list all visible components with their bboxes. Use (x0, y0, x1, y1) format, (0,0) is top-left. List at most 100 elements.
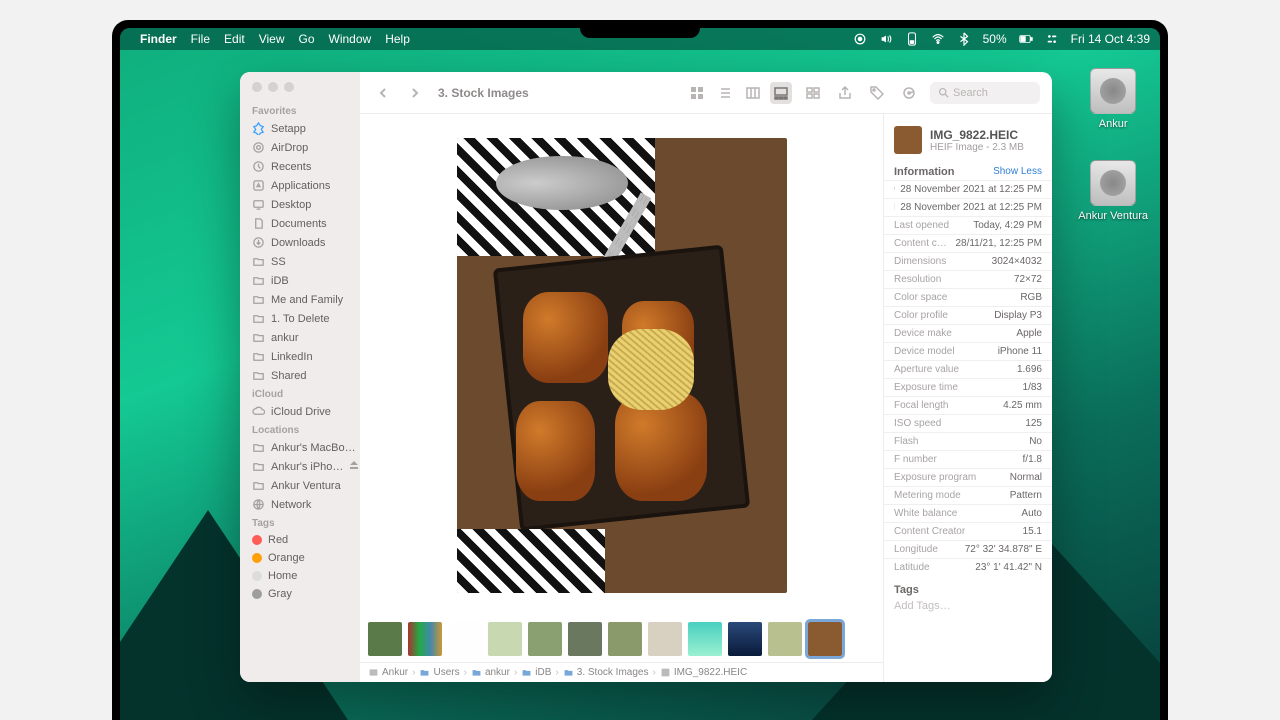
sidebar-section-tags: Tags (240, 514, 360, 531)
minimize-button[interactable] (268, 82, 278, 92)
sidebar-item-applications[interactable]: Applications (240, 176, 360, 195)
info-row-metering-mode: Metering modePattern (884, 486, 1052, 504)
volume-icon[interactable] (879, 32, 893, 46)
forward-button[interactable] (404, 82, 426, 104)
thumbnail[interactable] (368, 622, 402, 656)
chevron-right-icon: › (464, 667, 467, 678)
share-button[interactable] (834, 82, 856, 104)
thumbnail[interactable] (768, 622, 802, 656)
sidebar-item-label: Ankur Ventura (271, 480, 341, 492)
drive-ankur-ventura[interactable]: Ankur Ventura (1078, 160, 1148, 222)
sidebar-item-icloud-drive[interactable]: iCloud Drive (240, 402, 360, 421)
sidebar-item-shared[interactable]: Shared (240, 366, 360, 385)
control-center-icon[interactable] (1045, 32, 1059, 46)
menu-help[interactable]: Help (385, 32, 410, 46)
back-button[interactable] (372, 82, 394, 104)
group-button[interactable] (802, 82, 824, 104)
path-crumb-users[interactable]: Users (419, 667, 459, 678)
thumbnail[interactable] (608, 622, 642, 656)
filmstrip (360, 616, 883, 662)
search-field[interactable]: Search (930, 82, 1040, 104)
path-crumb-ankur[interactable]: ankur (471, 667, 510, 678)
sidebar-tag-red[interactable]: Red (240, 531, 360, 549)
sidebar-item-label: 1. To Delete (271, 313, 330, 325)
menu-go[interactable]: Go (299, 32, 315, 46)
thumbnail[interactable] (648, 622, 682, 656)
info-row-device-make: Device makeApple (884, 324, 1052, 342)
sidebar-item-label: Documents (271, 218, 327, 230)
sidebar-item-1-to-delete[interactable]: 1. To Delete (240, 309, 360, 328)
sidebar-item-ss[interactable]: SS (240, 252, 360, 271)
sidebar-tag-home[interactable]: Home (240, 567, 360, 585)
menu-view[interactable]: View (259, 32, 285, 46)
action-button[interactable] (898, 82, 920, 104)
path-crumb-label: IMG_9822.HEIC (674, 667, 747, 678)
info-value: 23° 1' 41.42" N (975, 562, 1042, 573)
sidebar-item-recents[interactable]: Recents (240, 157, 360, 176)
tags-button[interactable] (866, 82, 888, 104)
menu-window[interactable]: Window (329, 32, 372, 46)
battery-percent[interactable]: 50% (983, 32, 1007, 46)
sidebar-item-airdrop[interactable]: AirDrop (240, 138, 360, 157)
path-crumb-3-stock-images[interactable]: 3. Stock Images (563, 667, 649, 678)
thumbnail[interactable] (808, 622, 842, 656)
show-less-toggle[interactable]: Show Less (993, 166, 1042, 177)
view-gallery-button[interactable] (770, 82, 792, 104)
battery-menu-icon[interactable] (905, 32, 919, 46)
zoom-button[interactable] (284, 82, 294, 92)
thumbnail[interactable] (728, 622, 762, 656)
preview-area: Ankur›Users›ankur›iDB›3. Stock Images›IM… (360, 114, 884, 682)
wifi-icon[interactable] (931, 32, 945, 46)
drive-ankur[interactable]: Ankur (1090, 68, 1136, 130)
thumbnail[interactable] (408, 622, 442, 656)
thumbnail[interactable] (688, 622, 722, 656)
info-row-last-opened: Last openedToday, 4:29 PM (884, 216, 1052, 234)
sidebar-item-documents[interactable]: Documents (240, 214, 360, 233)
path-crumb-ankur[interactable]: Ankur (368, 667, 408, 678)
info-value: Pattern (1010, 490, 1042, 501)
clock[interactable]: Fri 14 Oct 4:39 (1071, 32, 1150, 46)
sidebar-tag-orange[interactable]: Orange (240, 549, 360, 567)
sidebar-item-desktop[interactable]: Desktop (240, 195, 360, 214)
preview-image[interactable] (360, 114, 883, 616)
drive-icon (1090, 160, 1136, 206)
thumbnail[interactable] (488, 622, 522, 656)
info-key: Content created (894, 238, 949, 249)
sidebar-item-ankur-ventura[interactable]: Ankur Ventura (240, 476, 360, 495)
menu-edit[interactable]: Edit (224, 32, 245, 46)
sidebar-item-downloads[interactable]: Downloads (240, 233, 360, 252)
view-list-button[interactable] (714, 82, 736, 104)
view-columns-button[interactable] (742, 82, 764, 104)
sidebar-item-idb[interactable]: iDB (240, 271, 360, 290)
sidebar-item-setapp[interactable]: Setapp (240, 119, 360, 138)
info-value: 72° 32' 34.878" E (965, 544, 1042, 555)
sidebar-item-linkedin[interactable]: LinkedIn (240, 347, 360, 366)
close-button[interactable] (252, 82, 262, 92)
thumbnail[interactable] (568, 622, 602, 656)
sidebar-tag-gray[interactable]: Gray (240, 585, 360, 603)
sidebar-item-ankur-s-ipho[interactable]: Ankur's iPho… (240, 457, 360, 476)
thumbnail[interactable] (528, 622, 562, 656)
screen-record-icon[interactable] (853, 32, 867, 46)
bluetooth-icon[interactable] (957, 32, 971, 46)
path-crumb-img-9822-heic[interactable]: IMG_9822.HEIC (660, 667, 747, 678)
add-tags-field[interactable]: Add Tags… (884, 598, 1052, 624)
app-name[interactable]: Finder (140, 32, 177, 46)
sidebar-item-network[interactable]: Network (240, 495, 360, 514)
sidebar-item-ankur-s-macbo[interactable]: Ankur's MacBo… (240, 438, 360, 457)
drive-label: Ankur (1099, 118, 1128, 130)
tag-color-icon (252, 571, 262, 581)
chevron-right-icon: › (514, 667, 517, 678)
sidebar-item-me-and-family[interactable]: Me and Family (240, 290, 360, 309)
info-row-f-number: F numberf/1.8 (884, 450, 1052, 468)
thumbnail[interactable] (448, 622, 482, 656)
sidebar-item-label: Ankur's MacBo… (271, 442, 356, 454)
menu-file[interactable]: File (191, 32, 210, 46)
info-row-longitude: Longitude72° 32' 34.878" E (884, 540, 1052, 558)
sidebar-item-ankur[interactable]: ankur (240, 328, 360, 347)
path-crumb-label: Users (433, 667, 459, 678)
eject-icon[interactable] (349, 460, 359, 473)
path-crumb-idb[interactable]: iDB (521, 667, 551, 678)
window-controls (240, 72, 360, 102)
view-icons-button[interactable] (686, 82, 708, 104)
